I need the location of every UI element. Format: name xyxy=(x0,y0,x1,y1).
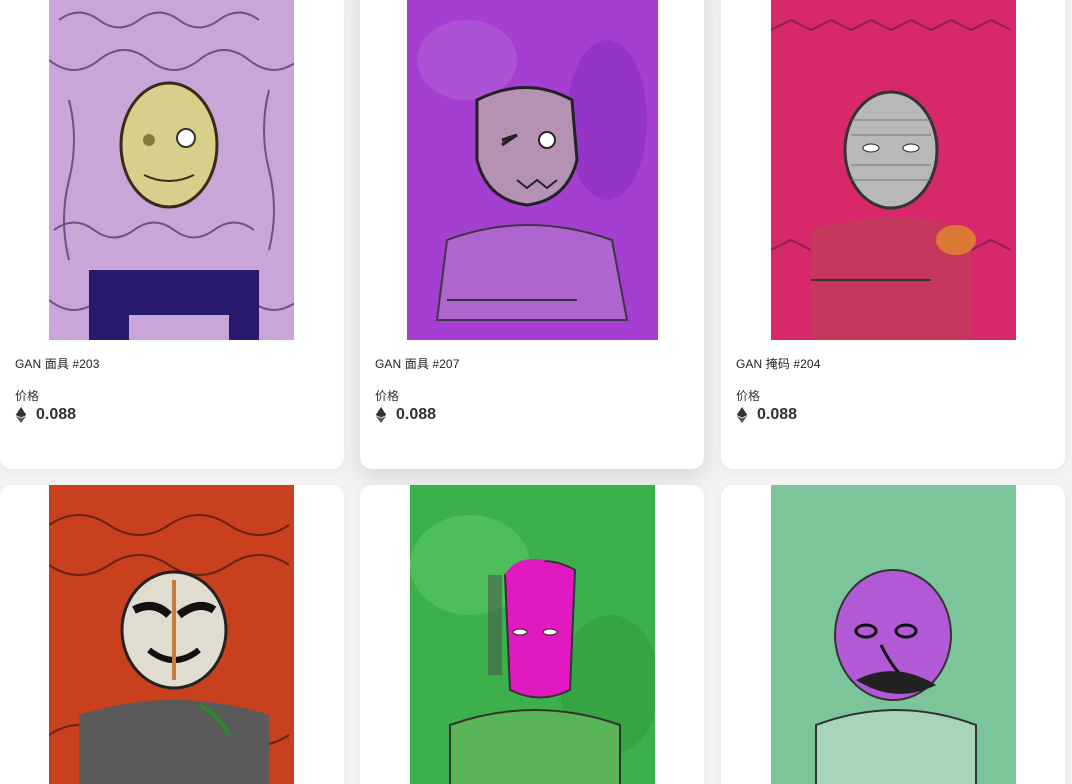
nft-thumbnail[interactable] xyxy=(49,0,294,340)
nft-thumbnail[interactable] xyxy=(771,485,1016,784)
nft-name[interactable]: GAN 面具 #203 xyxy=(15,355,99,372)
nft-thumbnail[interactable] xyxy=(407,0,658,340)
nft-card[interactable] xyxy=(360,485,704,784)
ethereum-icon xyxy=(736,407,748,423)
ethereum-icon xyxy=(15,407,27,423)
price-value: 0.088 xyxy=(36,406,77,423)
nft-artwork xyxy=(410,485,655,784)
nft-card[interactable]: GAN 面具 #207 价格 0.088 xyxy=(360,0,704,469)
nft-name[interactable]: GAN 面具 #207 xyxy=(375,355,459,372)
nft-thumbnail[interactable] xyxy=(410,485,655,784)
price-row: 0.088 xyxy=(375,406,436,424)
ethereum-icon xyxy=(375,407,387,423)
nft-card[interactable]: GAN 面具 #203 价格 0.088 xyxy=(0,0,344,469)
price-row: 0.088 xyxy=(736,406,797,424)
nft-artwork xyxy=(49,0,294,340)
price-label: 价格 xyxy=(15,389,40,403)
price-value: 0.088 xyxy=(396,406,437,423)
nft-artwork xyxy=(49,485,294,784)
nft-card[interactable] xyxy=(721,485,1065,784)
nft-card[interactable]: GAN 掩码 #204 价格 0.088 xyxy=(721,0,1065,469)
nft-artwork xyxy=(407,0,658,340)
nft-artwork xyxy=(771,0,1016,340)
nft-card[interactable] xyxy=(0,485,344,784)
nft-name[interactable]: GAN 掩码 #204 xyxy=(736,355,820,372)
nft-thumbnail[interactable] xyxy=(771,0,1016,340)
price-row: 0.088 xyxy=(15,406,76,424)
nft-artwork xyxy=(771,485,1016,784)
nft-thumbnail[interactable] xyxy=(49,485,294,784)
price-label: 价格 xyxy=(375,389,400,403)
nft-grid: GAN 面具 #203 价格 0.088 GAN 面具 #207 价格 0.08… xyxy=(0,0,1072,784)
price-value: 0.088 xyxy=(757,406,798,423)
price-label: 价格 xyxy=(736,389,761,403)
